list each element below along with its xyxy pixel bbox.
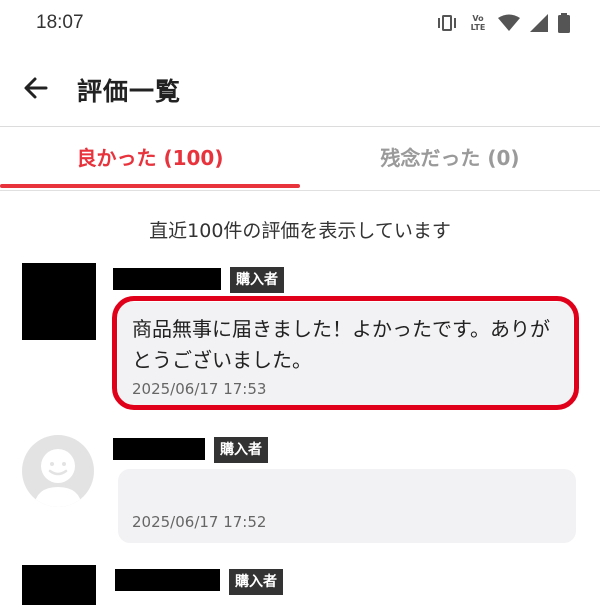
avatar[interactable] bbox=[22, 565, 96, 605]
review-count-info: 直近100件の評価を表示しています bbox=[149, 220, 451, 242]
buyer-badge: 購入者 bbox=[230, 267, 284, 293]
tab-good[interactable]: 良かった (100) bbox=[0, 127, 300, 190]
back-arrow-icon[interactable] bbox=[20, 72, 52, 104]
highlight-annotation bbox=[112, 296, 579, 410]
tab-indicator bbox=[0, 184, 300, 188]
tab-bar: 良かった (100) 残念だった (0) bbox=[0, 127, 600, 191]
reviewer-name[interactable] bbox=[115, 569, 220, 591]
tab-bad[interactable]: 残念だった (0) bbox=[300, 127, 600, 190]
review-bubble: 2025/06/17 17:52 bbox=[118, 469, 576, 543]
vibrate-icon bbox=[438, 15, 456, 31]
volte-label-bottom: LTE bbox=[470, 23, 486, 32]
buyer-badge: 購入者 bbox=[229, 569, 283, 595]
volte-icon: Vo LTE bbox=[468, 14, 488, 32]
status-icons: Vo LTE bbox=[436, 12, 570, 34]
buyer-badge: 購入者 bbox=[214, 437, 268, 463]
review-timestamp: 2025/06/17 17:52 bbox=[132, 513, 267, 531]
user-silhouette-icon bbox=[34, 449, 82, 507]
default-user-avatar-icon[interactable] bbox=[22, 435, 94, 507]
reviewer-name[interactable] bbox=[113, 268, 221, 290]
status-time: 18:07 bbox=[36, 12, 84, 33]
signal-icon bbox=[530, 14, 548, 32]
page-title: 評価一覧 bbox=[77, 77, 182, 106]
reviewer-name[interactable] bbox=[113, 438, 205, 460]
status-bar: 18:07 Vo LTE bbox=[0, 0, 600, 46]
app-bar: 評価一覧 bbox=[0, 50, 600, 127]
avatar[interactable] bbox=[22, 263, 96, 340]
wifi-icon bbox=[498, 14, 520, 31]
volte-label-top: Vo bbox=[472, 14, 484, 23]
battery-icon bbox=[558, 13, 570, 33]
